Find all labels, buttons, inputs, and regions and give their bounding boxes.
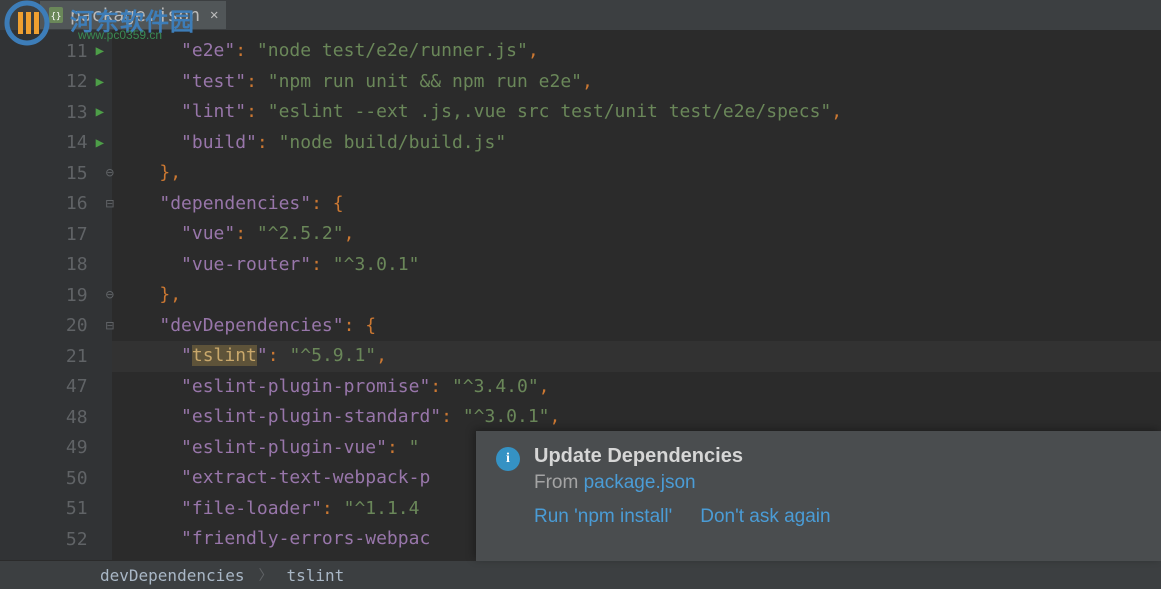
gutter-row[interactable]: 16▶⊟: [0, 189, 112, 220]
watermark-url: www.pc0359.cn: [78, 28, 162, 42]
gutter-row[interactable]: 19▶⊖: [0, 280, 112, 311]
line-number: 49: [54, 437, 88, 458]
line-number: 21: [54, 346, 88, 367]
gutter-row[interactable]: 51▶: [0, 494, 112, 525]
gutter-row[interactable]: 15▶⊖: [0, 158, 112, 189]
gutter-row[interactable]: 13 ▶: [0, 97, 112, 128]
line-number: 48: [54, 407, 88, 428]
chevron-right-icon: 〉: [259, 565, 273, 585]
gutter-row[interactable]: 48▶: [0, 402, 112, 433]
fold-icon[interactable]: ⊖: [106, 165, 114, 181]
notification-subtitle: From package.json: [534, 472, 1141, 494]
gutter-row[interactable]: 12 ▶: [0, 67, 112, 98]
code-line[interactable]: },: [112, 280, 1161, 311]
code-line[interactable]: "vue-router": "^3.0.1": [112, 250, 1161, 281]
breadcrumb-item[interactable]: devDependencies: [100, 566, 245, 585]
code-line[interactable]: "tslint": "^5.9.1",: [112, 341, 1161, 372]
run-npm-install-button[interactable]: Run 'npm install': [534, 506, 672, 528]
dont-ask-again-button[interactable]: Don't ask again: [700, 506, 830, 528]
notification-title: Update Dependencies: [534, 445, 1141, 468]
watermark-logo: [0, 0, 54, 51]
notification-popup: i Update Dependencies From package.json …: [476, 431, 1161, 561]
notification-source-link[interactable]: package.json: [584, 472, 696, 493]
line-number: 17: [54, 224, 88, 245]
gutter-row[interactable]: 50▶: [0, 463, 112, 494]
code-line[interactable]: "eslint-plugin-standard": "^3.0.1",: [112, 402, 1161, 433]
gutter-row[interactable]: 49▶: [0, 433, 112, 464]
code-line[interactable]: "vue": "^2.5.2",: [112, 219, 1161, 250]
run-icon[interactable]: ▶: [96, 104, 104, 120]
line-number: 16: [54, 193, 88, 214]
line-number: 11: [54, 41, 88, 62]
close-icon[interactable]: ✕: [210, 7, 218, 23]
run-icon[interactable]: ▶: [96, 74, 104, 90]
code-line[interactable]: "build": "node build/build.js": [112, 128, 1161, 159]
gutter-row[interactable]: 20▶⊟: [0, 311, 112, 342]
code-line[interactable]: "dependencies": {: [112, 189, 1161, 220]
gutter-row[interactable]: 47▶: [0, 372, 112, 403]
gutter-row[interactable]: 18▶: [0, 250, 112, 281]
line-number: 52: [54, 529, 88, 550]
line-number: 18: [54, 254, 88, 275]
code-line[interactable]: "e2e": "node test/e2e/runner.js",: [112, 36, 1161, 67]
run-icon[interactable]: ▶: [96, 135, 104, 151]
breadcrumb[interactable]: devDependencies 〉 tslint: [0, 561, 1161, 589]
line-number: 13: [54, 102, 88, 123]
line-number: 14: [54, 132, 88, 153]
run-icon[interactable]: ▶: [96, 43, 104, 59]
line-number: 12: [54, 71, 88, 92]
info-icon: i: [496, 447, 520, 471]
line-number: 15: [54, 163, 88, 184]
line-number: 47: [54, 376, 88, 397]
gutter-row[interactable]: 52▶: [0, 524, 112, 555]
code-line[interactable]: "lint": "eslint --ext .js,.vue src test/…: [112, 97, 1161, 128]
breadcrumb-item[interactable]: tslint: [287, 566, 345, 585]
gutter-row[interactable]: 21▶: [0, 341, 112, 372]
fold-icon[interactable]: ⊟: [106, 318, 114, 334]
gutter-row[interactable]: 14 ▶: [0, 128, 112, 159]
line-number: 51: [54, 498, 88, 519]
code-line[interactable]: },: [112, 158, 1161, 189]
gutter: 11 ▶ 12 ▶ 13 ▶ 14 ▶ 15▶⊖16▶⊟17▶18▶19▶⊖20▶⊟21▶47▶…: [0, 30, 112, 560]
code-line[interactable]: "eslint-plugin-promise": "^3.4.0",: [112, 372, 1161, 403]
line-number: 19: [54, 285, 88, 306]
line-number: 50: [54, 468, 88, 489]
fold-icon[interactable]: ⊟: [106, 196, 114, 212]
gutter-row[interactable]: 17▶: [0, 219, 112, 250]
code-line[interactable]: "test": "npm run unit && npm run e2e",: [112, 67, 1161, 98]
code-line[interactable]: "devDependencies": {: [112, 311, 1161, 342]
fold-icon[interactable]: ⊖: [106, 287, 114, 303]
line-number: 20: [54, 315, 88, 336]
